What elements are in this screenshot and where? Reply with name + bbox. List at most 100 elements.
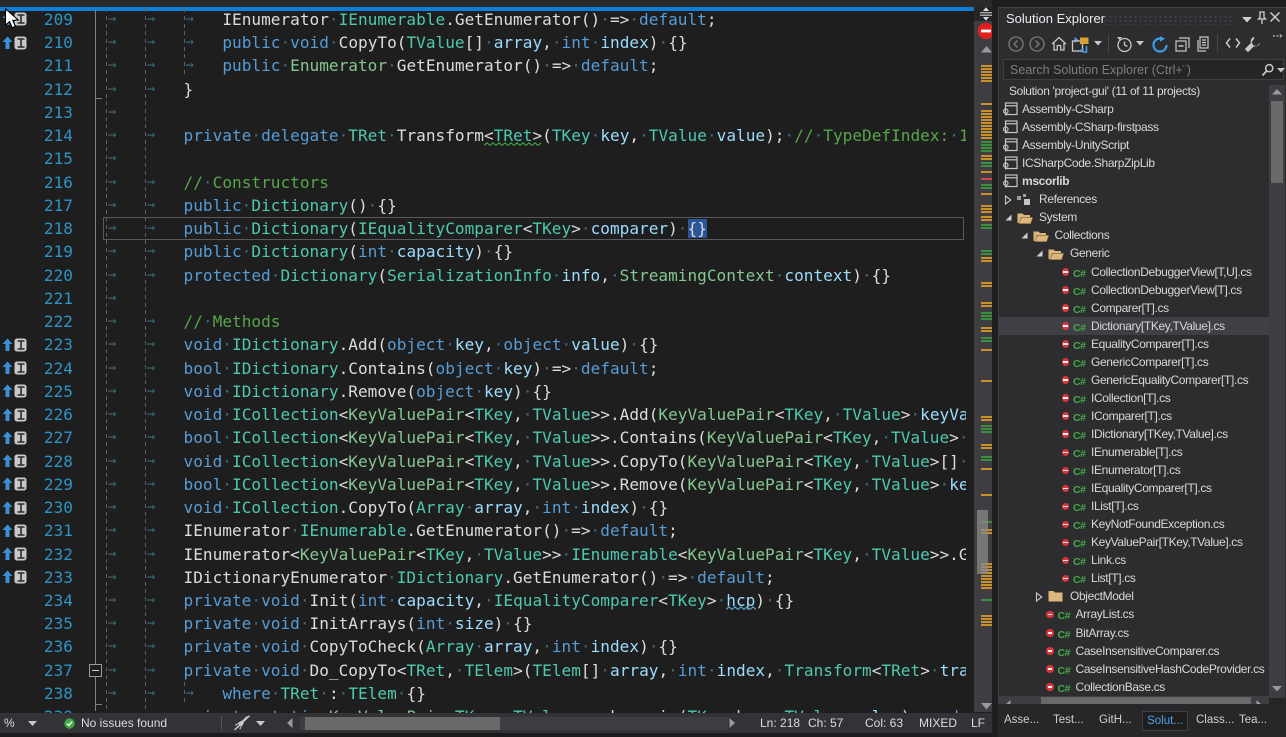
tree-item-genericcomparer-t-cs[interactable]: C#GenericComparer[T].cs [999,353,1269,371]
tree-item-label[interactable]: Dictionary[TKey,TValue].cs [1091,317,1225,335]
tree-item-label[interactable]: CollectionBase.cs [1076,678,1165,696]
expanded-arrow-icon[interactable] [1004,213,1013,222]
close-icon[interactable] [1270,12,1280,22]
code-line-235[interactable]: 235→→private·void·InitArrays(int·size)·{… [0,612,966,635]
tree-item-label[interactable]: IList[T].cs [1091,497,1139,515]
reference-up-indicator-icon[interactable] [2,361,28,375]
code-line-214[interactable]: 214→→private·delegate·TRet·Transform<TRe… [0,124,966,147]
editor-scrollbar-thumb[interactable] [977,510,988,574]
tree-item-icollection-t-cs[interactable]: C#ICollection[T].cs [999,389,1269,407]
toolbar-overflow-icon[interactable] [1273,33,1283,40]
tree-item-label[interactable]: IEnumerable[T].cs [1091,443,1182,461]
code-line-211[interactable]: 211→→→public·Enumerator·GetEnumerator()·… [0,54,966,77]
search-box[interactable]: Search Solution Explorer (Ctrl+¨) [1003,59,1284,80]
tree-item-assembly-csharp[interactable]: Assembly-CSharp [999,100,1269,118]
reference-up-indicator-icon[interactable] [2,570,28,584]
tree-item-icomparer-t-cs[interactable]: C#IComparer[T].cs [999,407,1269,425]
collapse-all-icon[interactable] [1175,36,1191,52]
tree-item-label[interactable]: Assembly-CSharp-firstpass [1022,118,1159,136]
tree-item-generic[interactable]: Generic [999,244,1269,262]
tree-item-ienumerable-t-cs[interactable]: C#IEnumerable[T].cs [999,443,1269,461]
search-options-chevron-icon[interactable] [1277,68,1285,73]
code-line-225[interactable]: 225→→void·IDictionary.Remove(object·key)… [0,380,966,403]
tree-item-system[interactable]: System [999,208,1269,226]
tool-window-tab-asse[interactable]: Asse... [1004,711,1039,731]
tree-item-label[interactable]: CaseInsensitiveHashCodeProvider.cs [1076,660,1265,678]
tree-item-collections[interactable]: Collections [999,226,1269,244]
tool-window-tab-test[interactable]: Test... [1053,711,1084,731]
code-line-210[interactable]: 210→→→public·void·CopyTo(TValue[]·array,… [0,31,966,54]
code-line-227[interactable]: 227→→bool·ICollection<KeyValuePair<TKey,… [0,426,966,449]
tree-item-caseinsensitivecomparer-cs[interactable]: C#CaseInsensitiveComparer.cs [999,642,1269,660]
tree-item-collectiondebuggerview-t-cs[interactable]: C#CollectionDebuggerView[T].cs [999,281,1269,299]
tree-item-arraylist-cs[interactable]: C#ArrayList.cs [999,605,1269,623]
reference-up-indicator-icon[interactable] [2,477,28,491]
code-line-231[interactable]: 231→→IEnumerator·IEnumerable.GetEnumerat… [0,519,966,542]
reference-up-indicator-icon[interactable] [2,338,28,352]
code-line-212[interactable]: 212→→} [0,78,966,101]
code-line-230[interactable]: 230→→void·ICollection.CopyTo(Array·array… [0,496,966,519]
tree-item-label[interactable]: mscorlib [1022,172,1069,190]
tree-item-label[interactable]: IEnumerator[T].cs [1091,461,1180,479]
home-icon[interactable] [1051,36,1067,52]
reference-up-indicator-icon[interactable] [2,524,28,538]
tree-item-assembly-unityscript[interactable]: Assembly-UnityScript [999,136,1269,154]
tree-item-label[interactable]: References [1039,190,1097,208]
tree-item-label[interactable]: GenericComparer[T].cs [1091,353,1208,371]
expanded-arrow-icon[interactable] [1035,249,1044,258]
code-editor[interactable]: 209→→→IEnumerator·IEnumerable.GetEnumera… [0,0,992,737]
code-line-213[interactable]: 213→ [0,101,966,124]
code-line-215[interactable]: 215→ [0,147,966,170]
code-line-237[interactable]: 237→→private·void·Do_CopyTo<TRet,·TElem>… [0,659,966,682]
tree-item-caseinsensitivehashcodeprovider-cs[interactable]: C#CaseInsensitiveHashCodeProvider.cs [999,660,1269,678]
navigate-forward-icon[interactable] [1029,36,1045,52]
code-line-223[interactable]: 223→→void·IDictionary.Add(object·key,·ob… [0,333,966,356]
tree-item-iequalitycomparer-t-cs[interactable]: C#IEqualityComparer[T].cs [999,479,1269,497]
pin-icon[interactable] [1256,11,1268,26]
tree-item-label[interactable]: Link.cs [1091,551,1126,569]
health-label[interactable]: No issues found [81,716,167,730]
tree-item-comparer-t-cs[interactable]: C#Comparer[T].cs [999,299,1269,317]
tree-item-objectmodel[interactable]: ObjectModel [999,587,1269,605]
tool-window-tab-class[interactable]: Class... [1196,711,1234,731]
collapsed-arrow-icon[interactable] [1035,592,1044,602]
code-line-217[interactable]: 217→→public·Dictionary()·{} [0,194,966,217]
solution-tree[interactable]: Solution 'project-gui' (11 of 11 project… [999,82,1286,696]
tree-item-equalitycomparer-t-cs[interactable]: C#EqualityComparer[T].cs [999,335,1269,353]
tree-item-label[interactable]: Assembly-CSharp [1022,100,1113,118]
tree-item-label[interactable]: ArrayList.cs [1076,605,1134,623]
tree-item-dictionary-tkey-tvalue-cs[interactable]: C#Dictionary[TKey,TValue].cs [999,317,1269,335]
scroll-up-icon[interactable] [981,46,992,53]
editor-horizontal-scrollbar[interactable] [300,717,728,730]
reference-up-indicator-icon[interactable] [2,454,28,468]
tree-item-label[interactable]: Collections [1055,226,1110,244]
tree-item-collectionbase-cs[interactable]: C#CollectionBase.cs [999,678,1269,696]
tool-window-tab-gith[interactable]: GitH... [1099,711,1132,731]
tree-item-label[interactable]: List[T].cs [1091,569,1136,587]
switch-views-icon[interactable] [1071,36,1090,53]
tree-item-label[interactable]: IComparer[T].cs [1091,407,1172,425]
reference-up-indicator-icon[interactable] [2,547,28,561]
tree-item-bitarray-cs[interactable]: C#BitArray.cs [999,624,1269,642]
tree-item-label[interactable]: ICollection[T].cs [1091,389,1170,407]
search-icon[interactable] [1261,63,1275,77]
tree-item-label[interactable]: ObjectModel [1070,587,1134,605]
tree-item-idictionary-tkey-tvalue-cs[interactable]: C#IDictionary[TKey,TValue].cs [999,425,1269,443]
code-line-232[interactable]: 232→→IEnumerator<KeyValuePair<TKey,·TVal… [0,543,966,566]
tree-item-keynotfoundexception-cs[interactable]: C#KeyNotFoundException.cs [999,515,1269,533]
code-area[interactable]: 209→→→IEnumerator·IEnumerable.GetEnumera… [0,0,992,737]
code-line-236[interactable]: 236→→private·void·CopyToCheck(Array·arra… [0,635,966,658]
tree-item-solution-project-gui-11-of-11-projects-[interactable]: Solution 'project-gui' (11 of 11 project… [999,82,1269,100]
expanded-arrow-icon[interactable] [1020,231,1029,240]
zoom-level[interactable]: % [4,716,15,730]
code-line-228[interactable]: 228→→void·ICollection<KeyValuePair<TKey,… [0,450,966,473]
scrollbar-split-handle[interactable] [974,7,992,21]
tree-item-label[interactable]: ICSharpCode.SharpZipLib [1022,154,1155,172]
code-line-220[interactable]: 220→→protected·Dictionary(SerializationI… [0,264,966,287]
code-line-233[interactable]: 233→→IDictionaryEnumerator·IDictionary.G… [0,566,966,589]
tree-item-label[interactable]: CaseInsensitiveComparer.cs [1076,642,1220,660]
tree-item-icsharpcode-sharpziplib[interactable]: ICSharpCode.SharpZipLib [999,154,1269,172]
tree-item-label[interactable]: IDictionary[TKey,TValue].cs [1091,425,1228,443]
tree-item-label[interactable]: BitArray.cs [1076,624,1129,642]
tree-vertical-scrollbar[interactable] [1269,85,1285,698]
